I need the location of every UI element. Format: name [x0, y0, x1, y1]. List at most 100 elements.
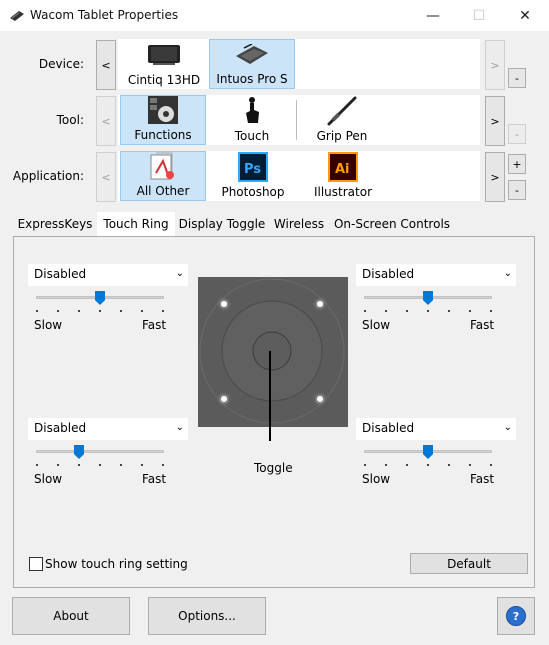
- tool-item-touch[interactable]: Touch: [208, 95, 296, 145]
- slow-label: Slow: [362, 472, 391, 486]
- slider-tick: [120, 310, 122, 312]
- application-item-illustrator[interactable]: Ai Illustrator: [300, 151, 386, 201]
- slider-tick: [427, 310, 429, 312]
- add-application-button[interactable]: +: [508, 154, 526, 174]
- tab-touch-ring[interactable]: Touch Ring: [97, 212, 175, 238]
- chevron-down-icon: ⌄: [503, 422, 512, 433]
- ring-led-bottom-right: [317, 396, 323, 402]
- slider-tick: [490, 310, 492, 312]
- all-other-apps-icon: [145, 151, 181, 181]
- options-button[interactable]: Options...: [148, 597, 266, 635]
- fast-label: Fast: [470, 318, 495, 332]
- minimize-button[interactable]: —: [410, 4, 456, 28]
- touch-ring-slot-top-right: Disabled ⌄ Slow Fast: [356, 264, 521, 334]
- touch-ring-slot-bottom-left: Disabled ⌄ Slow Fast: [28, 418, 193, 488]
- slider-tick: [78, 310, 80, 312]
- tab-on-screen-controls[interactable]: On-Screen Controls: [331, 212, 453, 236]
- slider-tick: [57, 310, 59, 312]
- slider-tick: [99, 464, 101, 466]
- slider-tick: [385, 310, 387, 312]
- tab-strip: ExpressKeys Touch Ring Display Toggle Wi…: [13, 212, 453, 238]
- application-item-all-other[interactable]: All Other: [120, 151, 206, 201]
- tool-label: Tool:: [56, 113, 84, 127]
- default-button[interactable]: Default: [410, 553, 528, 574]
- toggle-pointer-line: [269, 351, 271, 441]
- tab-wireless[interactable]: Wireless: [269, 212, 329, 236]
- illustrator-icon: Ai: [325, 152, 361, 182]
- touch-ring-slot-top-left: Disabled ⌄ Slow Fast: [28, 264, 193, 334]
- device-item-intuos-pro-s[interactable]: Intuos Pro S: [209, 39, 295, 89]
- function-dropdown[interactable]: Disabled ⌄: [28, 418, 188, 440]
- application-scroll-left-button: <: [96, 152, 116, 202]
- tool-scroll-right-button[interactable]: >: [485, 96, 505, 146]
- help-button[interactable]: ?: [497, 597, 535, 635]
- tool-item-label: Functions: [134, 128, 192, 142]
- remove-tool-button: -: [508, 124, 526, 144]
- function-dropdown[interactable]: Disabled ⌄: [356, 264, 516, 286]
- device-item-cintiq[interactable]: Cintiq 13HD: [120, 39, 208, 89]
- slider-tick: [141, 464, 143, 466]
- show-touch-ring-checkbox[interactable]: [29, 557, 43, 571]
- slow-label: Slow: [34, 318, 63, 332]
- toggle-label: Toggle: [254, 461, 293, 475]
- speed-slider-ticks: [356, 442, 521, 466]
- remove-application-button[interactable]: -: [508, 180, 526, 200]
- device-label: Device:: [38, 57, 84, 71]
- wacom-app-icon: [9, 10, 25, 25]
- fast-label: Fast: [142, 472, 167, 486]
- tool-separator: [296, 100, 297, 140]
- intuos-tablet-icon: [234, 40, 270, 69]
- application-item-label: All Other: [136, 184, 190, 198]
- slider-tick: [406, 464, 408, 466]
- touch-ring-image: [198, 277, 348, 441]
- tool-item-grip-pen[interactable]: Grip Pen: [298, 95, 386, 145]
- speed-slider-ticks: [28, 442, 193, 466]
- tab-expresskeys[interactable]: ExpressKeys: [13, 212, 97, 236]
- dropdown-value: Disabled: [34, 421, 87, 435]
- ring-led-top-right: [317, 301, 323, 307]
- functions-icon: [145, 95, 181, 125]
- function-dropdown[interactable]: Disabled ⌄: [356, 418, 516, 440]
- slider-tick: [448, 464, 450, 466]
- slow-label: Slow: [34, 472, 63, 486]
- dropdown-value: Disabled: [362, 267, 415, 281]
- cintiq-tablet-icon: [146, 40, 182, 70]
- device-item-label: Intuos Pro S: [216, 72, 288, 86]
- remove-device-button[interactable]: -: [508, 68, 526, 88]
- show-touch-ring-label: Show touch ring setting: [45, 557, 188, 571]
- slider-tick: [469, 464, 471, 466]
- slider-tick: [57, 464, 59, 466]
- application-item-label: Photoshop: [221, 185, 285, 199]
- application-item-photoshop[interactable]: Ps Photoshop: [208, 151, 298, 201]
- title-bar: Wacom Tablet Properties — ☐ ✕: [0, 0, 549, 31]
- help-icon: ?: [506, 606, 526, 626]
- chevron-down-icon: ⌄: [503, 268, 512, 279]
- device-scroll-right-button: >: [485, 40, 505, 90]
- slider-tick: [36, 464, 38, 466]
- ring-led-bottom-left: [221, 396, 227, 402]
- touch-ring-slot-bottom-right: Disabled ⌄ Slow Fast: [356, 418, 521, 488]
- tab-display-toggle[interactable]: Display Toggle: [175, 212, 269, 236]
- slider-tick: [162, 464, 164, 466]
- application-scroll-right-button[interactable]: >: [485, 152, 505, 202]
- svg-text:Ps: Ps: [244, 162, 261, 177]
- tool-item-label: Grip Pen: [316, 129, 368, 143]
- slow-label: Slow: [362, 318, 391, 332]
- device-strip: Cintiq 13HD Intuos Pro S: [118, 39, 480, 89]
- slider-tick: [364, 310, 366, 312]
- grip-pen-icon: [324, 96, 360, 126]
- about-button[interactable]: About: [12, 597, 130, 635]
- function-dropdown[interactable]: Disabled ⌄: [28, 264, 188, 286]
- application-label: Application:: [12, 169, 84, 183]
- slider-tick: [141, 310, 143, 312]
- slider-tick: [406, 310, 408, 312]
- photoshop-icon: Ps: [235, 152, 271, 182]
- maximize-button: ☐: [472, 8, 486, 24]
- tool-item-label: Touch: [234, 129, 270, 143]
- speed-slider-ticks: [28, 288, 193, 312]
- device-scroll-left-button[interactable]: <: [96, 40, 116, 90]
- slider-tick: [427, 464, 429, 466]
- tool-item-functions[interactable]: Functions: [120, 95, 206, 145]
- close-button[interactable]: ✕: [502, 4, 548, 28]
- chevron-down-icon: ⌄: [175, 268, 184, 279]
